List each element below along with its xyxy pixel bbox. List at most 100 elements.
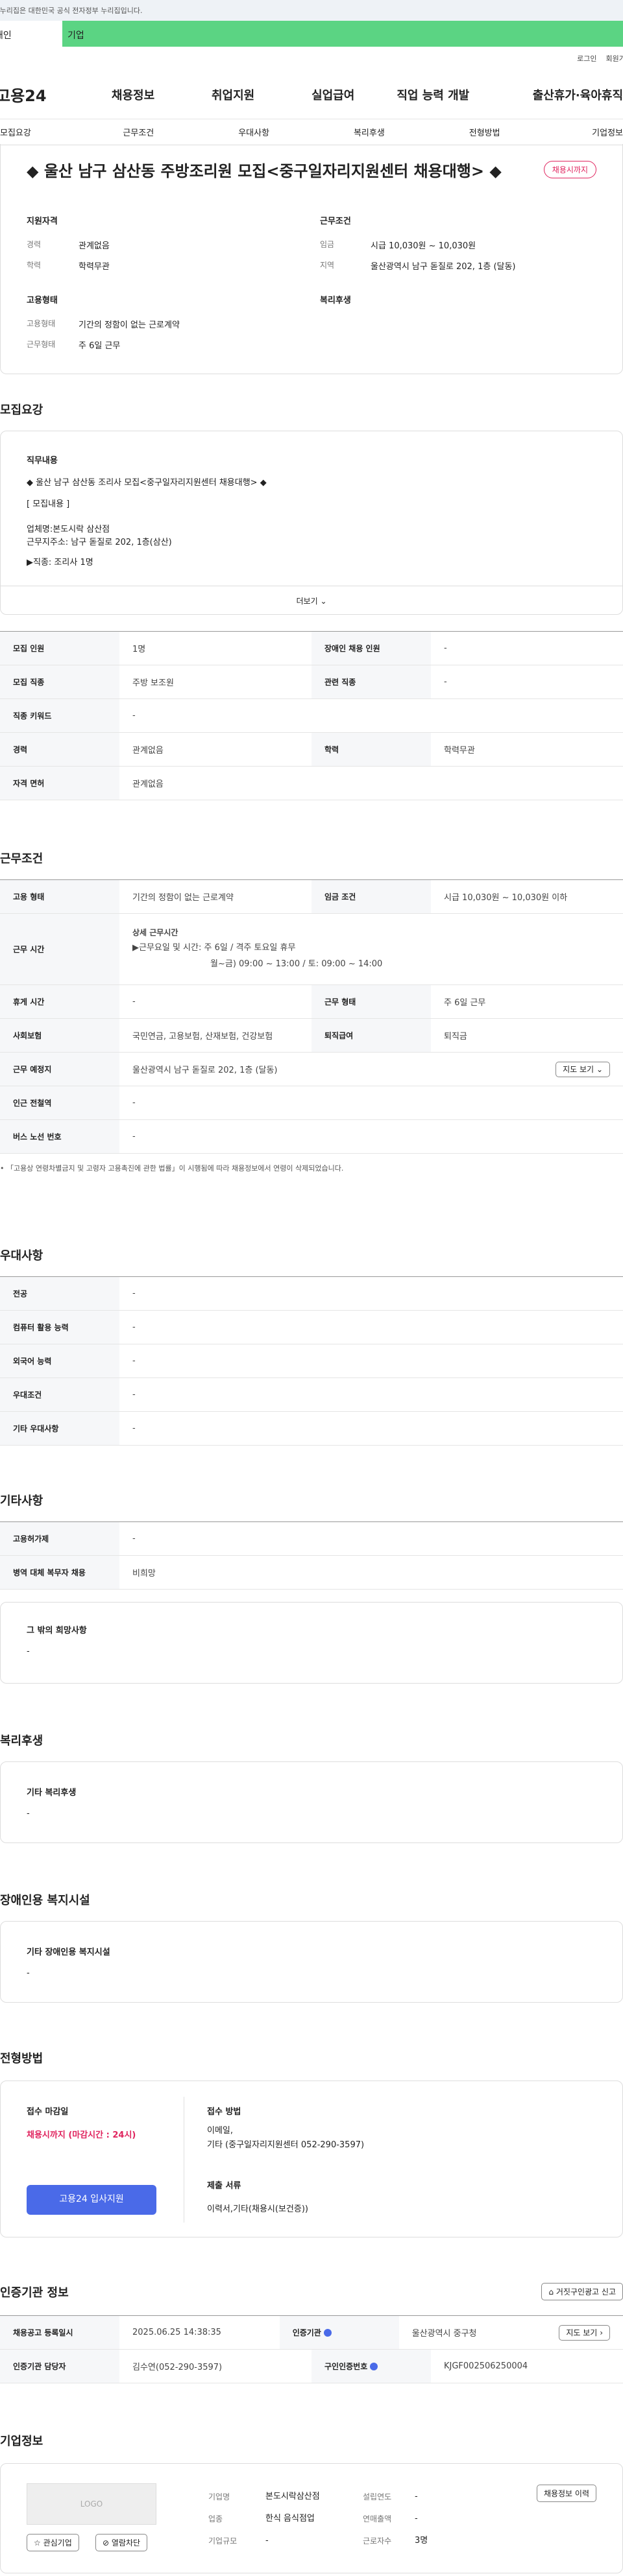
chevron-down-icon: ⌄ [320, 597, 327, 606]
work-table: 고용 형태 기간의 정함이 없는 근로계약 임금 조건 시급 10,030원 ~ 10… [0, 879, 623, 1173]
more-button[interactable]: 더보기 ⌄ [1, 586, 622, 615]
gnb-jobs[interactable]: 채용정보 [83, 86, 183, 103]
global-nav: 고용24 채용정보 취업지원 실업급여 직업 능력 개발 출산휴가·육아휴직 [0, 70, 623, 119]
emp-type-label: 고용형태 [27, 319, 56, 328]
site-logo[interactable]: 고용24 [0, 83, 83, 106]
company-heading: 기업정보 [0, 2435, 43, 2448]
cert-heading: 인증기관 정보 [0, 2285, 69, 2300]
table-row: 병역 대체 복무자 채용 비희망 [0, 1556, 623, 1590]
company-logo: LOGO [27, 2483, 156, 2525]
selection-card: 접수 마감일 채용시까지 (마감시간 : 24시) 고용24 입사지원 접수 방… [0, 2081, 623, 2237]
deadline-badge: 채용시까지 [543, 161, 596, 178]
work-heading: 근무조건 [320, 217, 351, 226]
gnb-vocational-training[interactable]: 직업 능력 개발 [383, 86, 483, 103]
table-row: 우대조건 - [0, 1378, 623, 1412]
support-heading: 지원자격 [27, 217, 58, 226]
table-row: 외국어 능력 - [0, 1344, 623, 1378]
utility-nav: 로그인 회원가입 [0, 47, 623, 70]
user-type-tabs: 개인 기업 [0, 21, 623, 47]
job-title: ◆ 울산 남구 삼산동 주방조리원 모집<중구일자리지원센터 채용대행> ◆ [27, 162, 502, 180]
summary-card: ◆ 울산 남구 삼산동 주방조리원 모집<중구일자리지원센터 채용대행> ◆ 채… [0, 144, 623, 374]
edu-value: 학력무관 [79, 262, 110, 272]
etc-table: 고용허가제 - 병역 대체 복무자 채용 비희망 [0, 1521, 623, 1590]
table-row: 직종 키워드 - [0, 699, 623, 733]
table-row: 근무 예정지 울산광역시 남구 돋질로 202, 1층 (달동) 지도 보기 ⌄ [0, 1053, 623, 1086]
signup-link[interactable]: 회원가입 [606, 53, 623, 64]
table-row: 고용허가제 - [0, 1522, 623, 1556]
tab-personal[interactable]: 개인 [0, 21, 62, 47]
work-type-label: 근무형태 [27, 340, 56, 349]
age-law-note: • 「고용상 연령차별금지 및 고령자 고용촉진에 관한 법률」이 시행됨에 따… [0, 1164, 344, 1173]
anchor-selection[interactable]: 전형방법 [427, 126, 543, 138]
table-row: 전공 - [0, 1277, 623, 1311]
deadline-value: 채용시까지 (마감시간 : 24시) [27, 2130, 136, 2140]
gnb-parental-leave[interactable]: 출산휴가·육아휴직 [483, 86, 623, 103]
company-card: LOGO ☆ 관심기업 ⊘ 열람차단 기업명 본도시락삼산점 설립연도 - 업종 한식 … [0, 2463, 623, 2573]
disabled-box: 기타 장애인용 복지시설 - [0, 1921, 623, 2003]
info-icon[interactable] [370, 2362, 378, 2370]
chevron-down-icon: ⌄ [596, 1065, 603, 1074]
edu-label: 학력 [27, 261, 42, 270]
recruit-table: 모집 인원 1명 장애인 채용 인원 - 모집 직종 주방 보조원 관련 직종 - 직종 키… [0, 631, 623, 800]
info-icon[interactable] [323, 2328, 332, 2337]
gov-notice-text: 이 누리집은 대한민국 공식 전자정부 누리집입니다. [0, 6, 143, 15]
duty-body: ◆ 울산 남구 삼산동 조리사 모집<중구일자리지원센터 채용대행> ◆ [ 모… [27, 478, 267, 568]
area-value: 울산광역시 남구 돋질로 202, 1층 (달동) [371, 262, 516, 272]
tab-company[interactable]: 기업 [62, 21, 623, 47]
table-row: 채용공고 등록일시 2025.06.25 14:38:35 인증기관 울산광역시 중구… [0, 2316, 623, 2350]
work-section-heading: 근무조건 [0, 852, 43, 866]
table-row: 컴퓨터 활용 능력 - [0, 1311, 623, 1344]
table-row: 고용 형태 기간의 정함이 없는 근로계약 임금 조건 시급 10,030원 ~ 10… [0, 880, 623, 914]
etc-wish-box: 그 밖의 희망사항 - [0, 1602, 623, 1684]
career-label: 경력 [27, 240, 42, 249]
table-row: 사회보험 국민연금, 고용보험, 산재보험, 건강보험 퇴직급여 퇴직금 [0, 1019, 623, 1053]
wage-label: 임금 [320, 240, 335, 249]
emp-type-value: 기간의 정함이 없는 근로계약 [79, 320, 180, 330]
table-row: 경력 관계없음 학력 학력무관 [0, 733, 623, 767]
block-icon: ⊘ [103, 2538, 110, 2547]
block-view-button[interactable]: ⊘ 열람차단 [95, 2534, 148, 2551]
map-button[interactable]: 지도 보기 ⌄ [556, 1062, 610, 1077]
gnb-employment-support[interactable]: 취업지원 [183, 86, 283, 103]
chevron-right-icon: › [600, 2328, 603, 2337]
table-row: 휴게 시간 - 근무 형태 주 6일 근무 [0, 985, 623, 1019]
welfare-section-heading: 복리후생 [0, 1734, 43, 1748]
company-info-grid: 기업명 본도시락삼산점 설립연도 - 업종 한식 음식점업 연매출액 - 기업규모 - 근로자수… [208, 2492, 428, 2546]
etc-heading: 기타사항 [0, 1494, 43, 1508]
cert-table: 채용공고 등록일시 2025.06.25 14:38:35 인증기관 울산광역시 중구… [0, 2315, 623, 2383]
cert-map-button[interactable]: 지도 보기 › [559, 2325, 610, 2341]
table-row: 자격 면허 관계없음 [0, 767, 623, 800]
table-row: 기타 우대사항 - [0, 1412, 623, 1446]
anchor-pref[interactable]: 우대사항 [196, 126, 312, 138]
table-row: 근무 시간 상세 근무시간 ▶근무요일 및 시간: 주 6일 / 격주 토요일 … [0, 914, 623, 985]
section-anchor-nav: 모집요강 근무조건 우대사항 복리후생 전형방법 기업정보 [0, 119, 623, 145]
selection-heading: 전형방법 [0, 2052, 43, 2066]
report-button[interactable]: ⌂ 거짓구인광고 신고 [541, 2283, 623, 2300]
work-type-value: 주 6일 근무 [79, 341, 121, 351]
wage-value: 시급 10,030원 ~ 10,030원 [371, 241, 476, 251]
fav-company-button[interactable]: ☆ 관심기업 [27, 2534, 79, 2551]
history-button[interactable]: 채용정보 이력 [536, 2485, 596, 2502]
welfare-box: 기타 복리후생 - [0, 1761, 623, 1843]
anchor-work[interactable]: 근무조건 [80, 126, 196, 138]
anchor-company[interactable]: 기업정보 [543, 126, 623, 138]
table-row: 인증기관 담당자 김수연(052-290-3597) 구인인증번호 KJGF00250… [0, 2350, 623, 2383]
login-link[interactable]: 로그인 [577, 53, 596, 64]
gov-notice-bar: 이 누리집은 대한민국 공식 전자정부 누리집입니다. [0, 0, 623, 21]
pref-heading: 우대사항 [0, 1249, 43, 1263]
welfare-heading: 복리후생 [320, 296, 351, 305]
gnb-unemployment-benefit[interactable]: 실업급여 [283, 86, 383, 103]
table-row: 인근 전철역 - [0, 1086, 623, 1120]
pref-table: 전공 - 컴퓨터 활용 능력 - 외국어 능력 - 우대조건 - 기타 우대사항 - [0, 1276, 623, 1446]
duty-card: 직무내용 ◆ 울산 남구 삼산동 조리사 모집<중구일자리지원센터 채용대행> … [0, 431, 623, 615]
table-row: 모집 직종 주방 보조원 관련 직종 - [0, 665, 623, 699]
apply-button[interactable]: 고용24 입사지원 [27, 2185, 156, 2215]
duty-heading: 직무내용 [27, 456, 58, 466]
star-icon: ☆ [34, 2538, 41, 2547]
anchor-recruit[interactable]: 모집요강 [0, 126, 80, 138]
emp-heading: 고용형태 [27, 296, 58, 305]
cert-header: 인증기관 정보 ⌂ 거짓구인광고 신고 [0, 2283, 623, 2300]
anchor-welfare[interactable]: 복리후생 [312, 126, 427, 138]
area-label: 지역 [320, 261, 335, 270]
table-row: 버스 노선 번호 - [0, 1120, 623, 1154]
